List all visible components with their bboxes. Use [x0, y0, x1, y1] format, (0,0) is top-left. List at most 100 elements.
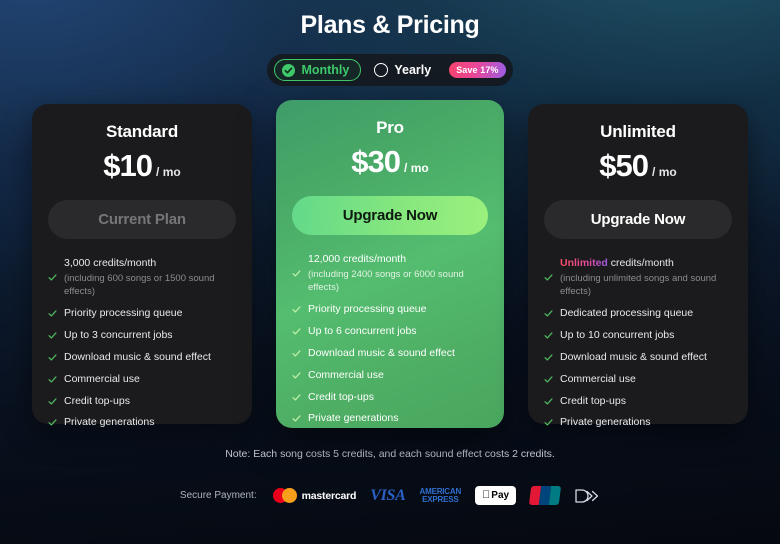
visa-icon: VISA — [370, 486, 406, 504]
check-icon — [544, 397, 553, 405]
feature-text: Up to 6 concurrent jobs — [308, 324, 417, 337]
mastercard-label: mastercard — [301, 489, 357, 502]
feature-text: Download music & sound effect — [64, 350, 211, 363]
feature-text: 3,000 credits/month (including 600 songs… — [64, 256, 236, 299]
feature-list-standard: 3,000 credits/month (including 600 songs… — [48, 256, 236, 430]
list-item: Download music & sound effect — [292, 346, 488, 361]
check-icon — [544, 310, 553, 317]
unionpay-icon — [528, 486, 562, 505]
feature-text: Up to 3 concurrent jobs — [64, 328, 173, 341]
feature-text: Download music & sound effect — [560, 350, 707, 363]
feature-text: Unlimited credits/month (including unlim… — [560, 256, 732, 299]
apple-pay-icon:  Pay — [475, 486, 517, 505]
discover-chevrons-glyph — [575, 488, 599, 503]
feature-text: Dedicated processing queue — [560, 306, 694, 319]
plan-card-unlimited[interactable]: Unlimited $50 / mo Upgrade Now Unlimited… — [528, 104, 748, 428]
list-item: Commercial use — [292, 368, 488, 383]
toggle-option-monthly[interactable]: Monthly — [274, 59, 362, 81]
discover-icon — [574, 488, 600, 504]
list-item: Private generations — [48, 415, 236, 430]
feature-text: Commercial use — [64, 372, 140, 385]
feature-text: Private generations — [560, 416, 651, 429]
toggle-option-yearly-label: Yearly — [394, 63, 432, 77]
list-item: Priority processing queue — [48, 306, 236, 321]
current-plan-button[interactable]: Current Plan — [48, 200, 236, 239]
check-icon — [48, 354, 57, 361]
mastercard-icon: mastercard — [272, 488, 357, 503]
mastercard-circles — [272, 488, 297, 503]
amex-line2: EXPRESS — [422, 494, 459, 504]
feature-text: Credit top-ups — [64, 394, 130, 407]
check-icon — [48, 375, 57, 383]
feature-sub: (including 600 songs or 1500 sound effec… — [64, 272, 215, 298]
list-item: 12,000 credits/month (including 2400 son… — [292, 252, 488, 295]
unionpay-stripe-teal — [548, 486, 562, 505]
check-icon — [48, 310, 57, 317]
plan-price-period: / mo — [404, 161, 429, 175]
mastercard-yellow-circle — [281, 488, 297, 503]
list-item: Commercial use — [544, 372, 732, 387]
list-item: 3,000 credits/month (including 600 songs… — [48, 256, 236, 299]
list-item: Download music & sound effect — [48, 350, 236, 365]
check-icon — [544, 375, 553, 383]
plan-price-pro: $30 / mo — [292, 146, 488, 177]
list-item: Up to 6 concurrent jobs — [292, 324, 488, 339]
list-item: Unlimited credits/month (including unlim… — [544, 256, 732, 299]
check-icon — [544, 354, 553, 361]
credits-note: Note: Each song costs 5 credits, and eac… — [225, 448, 555, 460]
plan-price-amount: $10 — [103, 148, 153, 183]
plan-card-pro[interactable]: Pro $30 / mo Upgrade Now 12,000 credits/… — [276, 100, 504, 428]
feature-text: Commercial use — [560, 372, 636, 385]
check-icon — [292, 328, 301, 335]
feature-main: 3,000 credits/month — [64, 257, 157, 269]
list-item: Commercial use — [48, 372, 236, 387]
feature-text: Priority processing queue — [64, 306, 183, 319]
feature-list-pro: 12,000 credits/month (including 2400 son… — [292, 252, 488, 426]
pricing-page: Plans & Pricing Monthly Yearly Save 17% … — [0, 0, 780, 544]
list-item: Private generations — [292, 411, 488, 426]
list-item: Credit top-ups — [48, 394, 236, 409]
list-item: Dedicated processing queue — [544, 306, 732, 321]
list-item: Up to 3 concurrent jobs — [48, 328, 236, 343]
list-item: Download music & sound effect — [544, 350, 732, 365]
plan-price-period: / mo — [652, 165, 677, 179]
feature-main: Unlimited credits/month — [560, 256, 732, 271]
check-icon — [48, 274, 57, 281]
plan-price-standard: $10 / mo — [48, 150, 236, 181]
feature-sub: (including unlimited songs and sound eff… — [560, 272, 717, 298]
radio-empty-icon — [374, 63, 389, 77]
apple-pay-label: Pay — [487, 490, 509, 501]
unlimited-highlight: Unlimited — [560, 257, 608, 269]
save-badge: Save 17% — [449, 62, 506, 78]
upgrade-now-button-pro[interactable]: Upgrade Now — [292, 196, 488, 235]
feature-main-rest: credits/month — [607, 257, 674, 269]
toggle-option-yearly[interactable]: Yearly — [369, 59, 443, 81]
feature-text: Private generations — [308, 412, 399, 425]
plan-price-period: / mo — [156, 165, 181, 179]
plan-price-amount: $30 — [351, 144, 401, 179]
feature-sub: (including 2400 songs or 6000 sound effe… — [308, 268, 464, 294]
feature-text: Credit top-ups — [560, 394, 626, 407]
toggle-option-monthly-label: Monthly — [301, 63, 350, 77]
check-icon — [48, 419, 57, 426]
secure-payment-label: Secure Payment: — [179, 490, 257, 501]
plan-price-amount: $50 — [599, 148, 649, 183]
plan-name-unlimited: Unlimited — [600, 122, 676, 141]
check-icon — [292, 270, 301, 277]
page-title: Plans & Pricing — [300, 11, 480, 39]
check-icon — [292, 415, 301, 422]
check-icon — [544, 332, 553, 339]
list-item: Credit top-ups — [292, 390, 488, 405]
list-item: Private generations — [544, 415, 732, 430]
check-icon — [292, 306, 301, 313]
feature-text: Up to 10 concurrent jobs — [560, 328, 675, 341]
billing-toggle[interactable]: Monthly Yearly Save 17% — [267, 54, 513, 86]
plan-price-unlimited: $50 / mo — [544, 150, 732, 181]
feature-text: Download music & sound effect — [308, 346, 455, 359]
plan-name-standard: Standard — [105, 122, 179, 141]
check-icon — [292, 350, 301, 357]
upgrade-now-button-unlimited[interactable]: Upgrade Now — [544, 200, 732, 239]
amex-icon: AMERICAN EXPRESS — [420, 488, 462, 503]
list-item: Up to 10 concurrent jobs — [544, 328, 732, 343]
plan-card-standard[interactable]: Standard $10 / mo Current Plan 3,000 cre… — [32, 104, 252, 428]
